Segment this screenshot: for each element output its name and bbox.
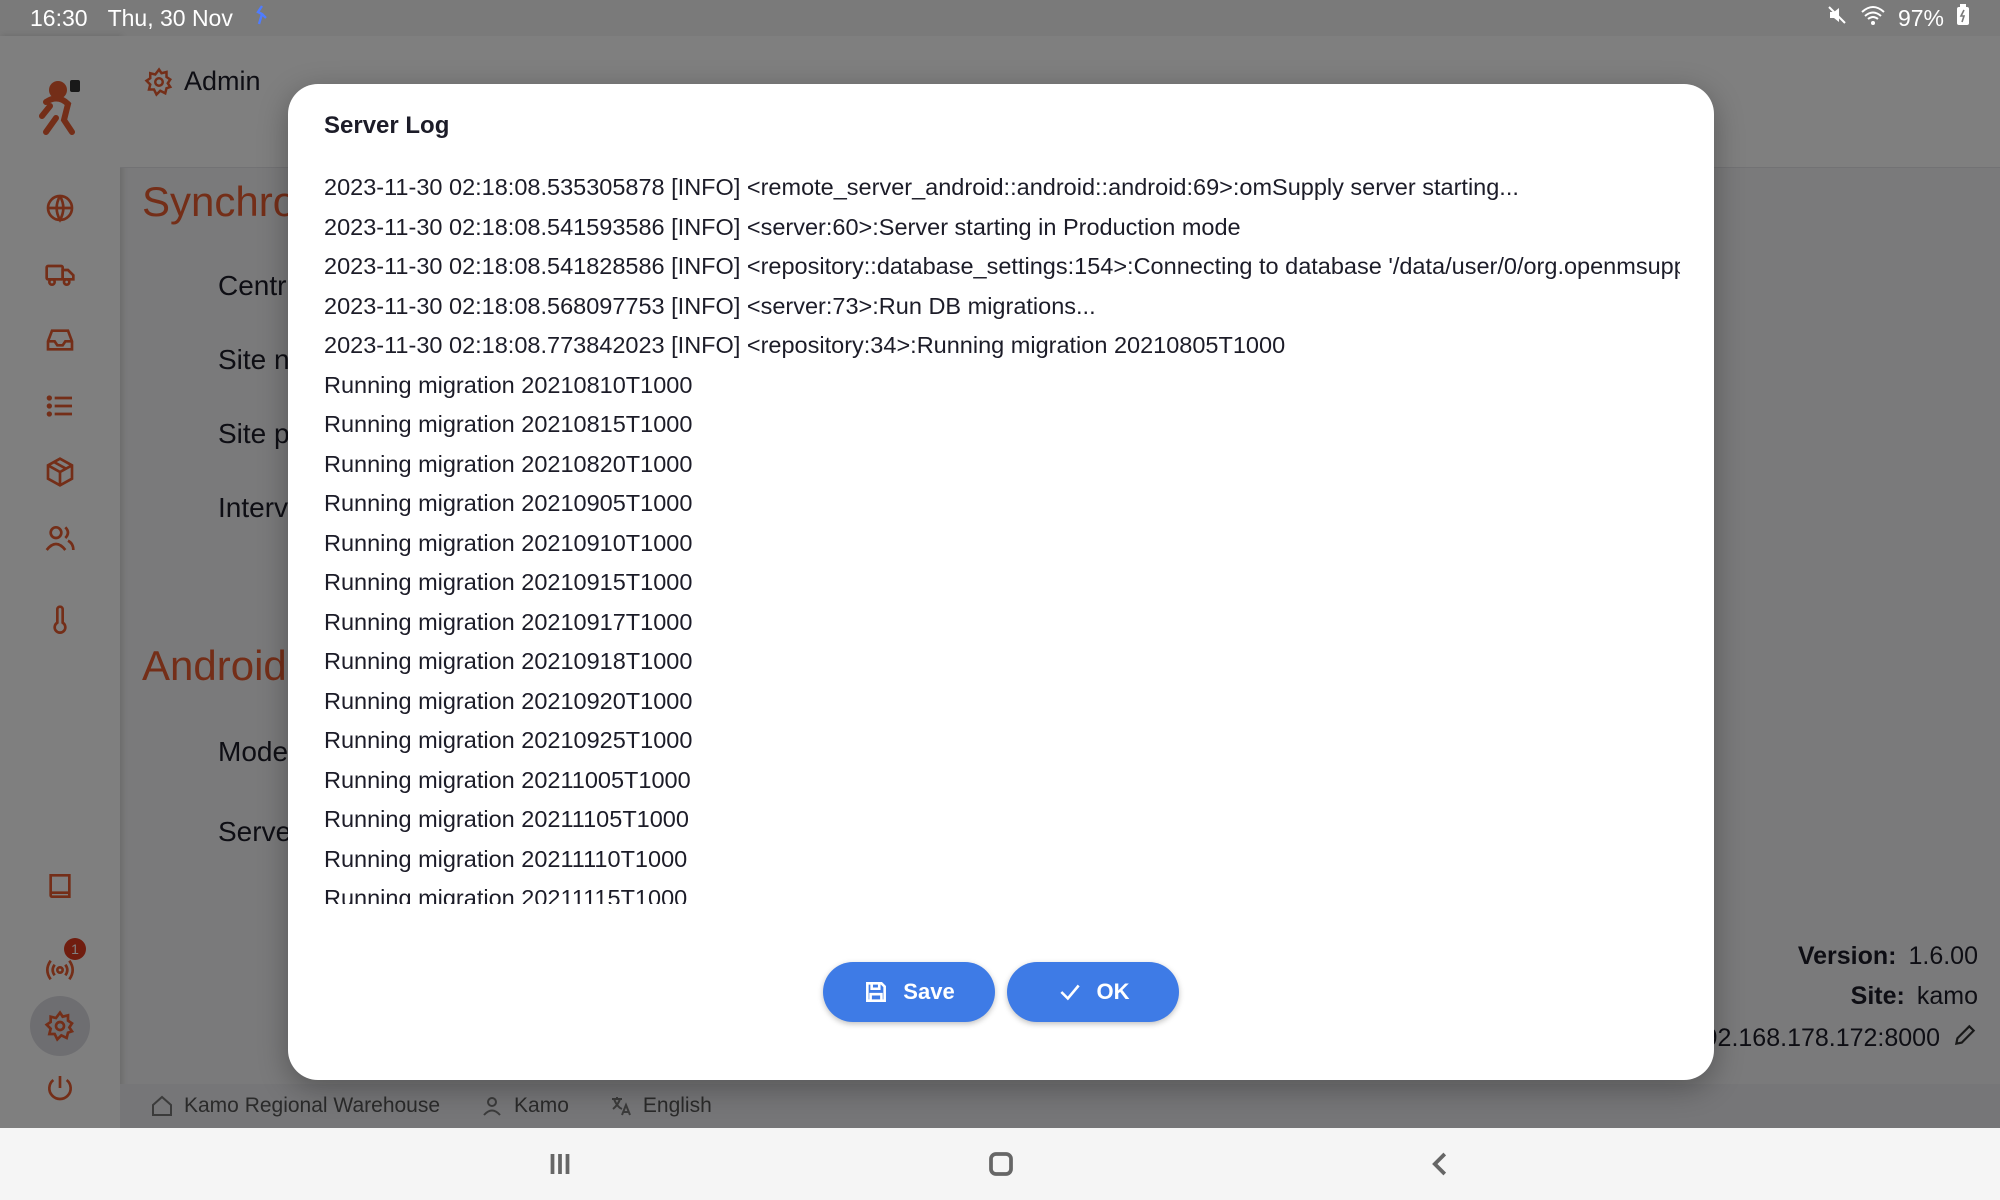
status-bar: 16:30 Thu, 30 Nov 97% [0,0,2000,36]
log-line: Running migration 20211115T1000 [324,885,688,904]
notification-icon [253,4,271,32]
log-line: 2023-11-30 02:18:08.535305878 [INFO] <re… [324,174,1519,200]
system-nav-bar [0,1128,2000,1200]
log-line: 2023-11-30 02:18:08.568097753 [INFO] <se… [324,292,1096,319]
log-line: Running migration 20210920T1000 [324,687,693,714]
ok-button[interactable]: OK [1007,962,1179,1022]
save-button-label: Save [903,979,955,1004]
save-button[interactable]: Save [823,962,995,1022]
log-scroll-area[interactable]: 2023-11-30 02:18:08.535305878 [INFO] <re… [324,168,1680,904]
log-line: Running migration 20210918T1000 [324,648,693,674]
log-line: Running migration 20210910T1000 [324,529,693,556]
dialog-title: Server Log [324,112,450,139]
clock: 16:30 [30,4,88,31]
log-line: Running migration 20210915T1000 [324,569,693,595]
log-line: Running migration 20211005T1000 [324,766,691,793]
log-line: 2023-11-30 02:18:08.773842023 [INFO] <re… [324,332,1286,358]
log-container[interactable]: 2023-11-30 02:18:08.535305878 [INFO] <re… [324,168,1680,990]
log-line: Running migration 20210917T1000 [324,608,693,635]
check-icon [1059,984,1080,1001]
recents-icon[interactable] [538,1142,582,1186]
save-icon [866,982,887,1002]
log-line: Running migration 20210905T1000 [324,490,693,516]
back-icon[interactable] [1419,1142,1463,1186]
home-button-icon[interactable] [979,1142,1023,1186]
ok-button-label: OK [1096,979,1130,1004]
battery-level: 97% [1897,4,1944,31]
log-line: Running migration 20211105T1000 [324,806,689,832]
mute-icon [1826,4,1848,32]
log-line: 2023-11-30 02:18:08.541593586 [INFO] <se… [324,213,1241,240]
log-line: Running migration 20210820T1000 [324,450,693,477]
log-line: Running migration 20210925T1000 [324,727,693,753]
wifi-icon [1860,4,1886,32]
log-line: Running migration 20210810T1000 [324,371,693,398]
log-line: Running migration 20211110T1000 [324,845,688,872]
dialog-actions: Save OK [288,962,1714,1022]
date: Thu, 30 Nov [107,4,233,31]
log-line: 2023-11-30 02:18:08.541828586 [INFO] <re… [324,253,1680,279]
battery-icon [1956,4,1970,32]
log-line: Running migration 20210815T1000 [324,411,693,437]
server-log-dialog: Server Log 2023-11-30 02:18:08.535305878… [288,84,1714,1080]
